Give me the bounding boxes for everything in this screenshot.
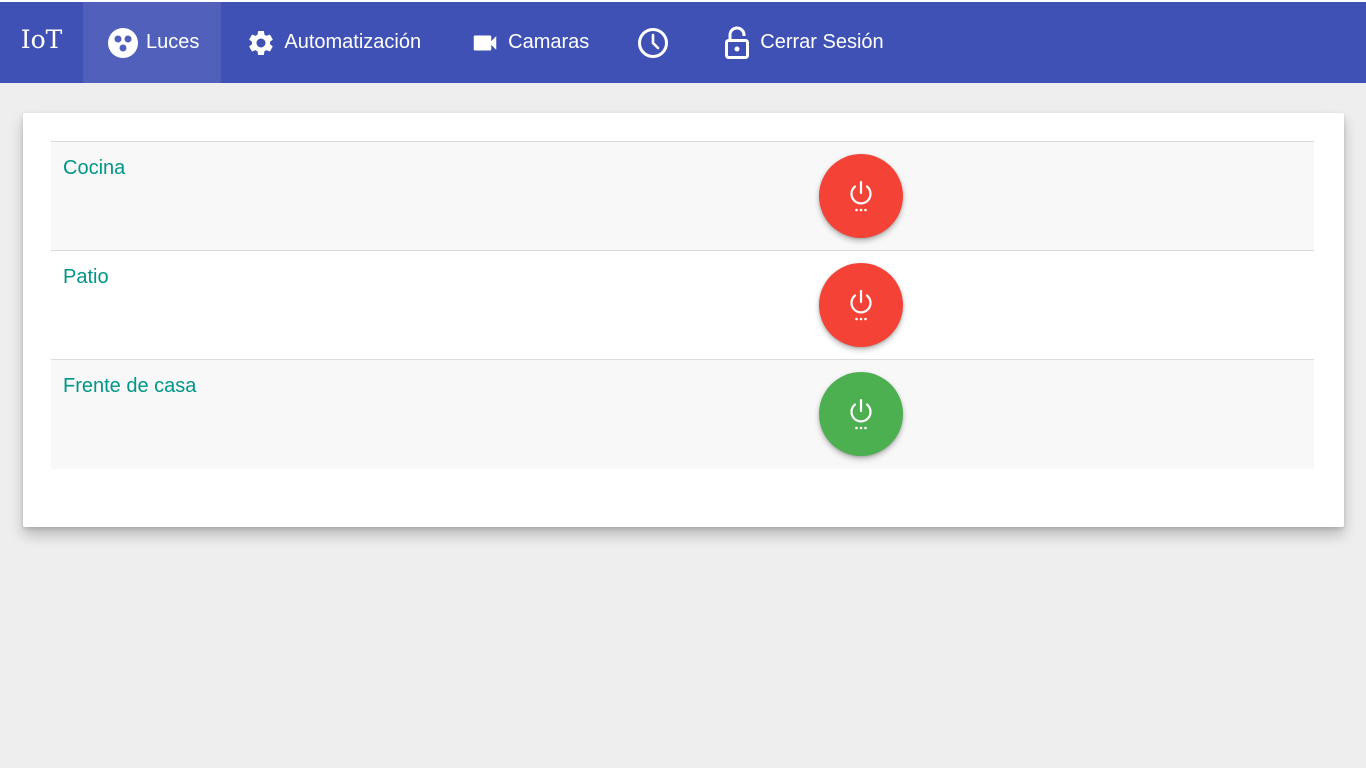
light-name: Cocina [63, 157, 126, 179]
top-navbar: IoT Luces Automatización Camaras Cerrar … [0, 0, 1366, 83]
power-toggle-button[interactable] [819, 263, 903, 347]
light-name: Patio [63, 266, 109, 288]
power-toggle-button[interactable] [819, 154, 903, 238]
videocam-icon [470, 28, 500, 58]
nav-item-luces[interactable]: Luces [83, 2, 222, 83]
power-icon [846, 397, 876, 431]
table-row: Frente de casa [51, 360, 1314, 469]
lights-icon [108, 27, 138, 58]
nav-item-history[interactable] [615, 2, 699, 83]
power-toggle-button[interactable] [819, 372, 903, 456]
nav-item-label: Cerrar Sesión [760, 31, 884, 53]
lock-open-icon [722, 26, 752, 60]
gear-icon [246, 28, 276, 58]
nav-item-cerrar-sesion[interactable]: Cerrar Sesión [699, 2, 905, 83]
lights-table: Cocina Patio Frente de casa [51, 141, 1314, 469]
power-icon [846, 288, 876, 322]
clock-icon [637, 27, 669, 59]
brand-logo[interactable]: IoT [0, 2, 83, 83]
light-name: Frente de casa [63, 375, 197, 397]
nav-item-automatizacion[interactable]: Automatización [221, 2, 448, 83]
power-icon [846, 179, 876, 213]
nav-item-camaras[interactable]: Camaras [448, 2, 615, 83]
nav-item-label: Luces [146, 31, 200, 53]
lights-card: Cocina Patio Frente de casa [23, 113, 1344, 527]
table-row: Cocina [51, 142, 1314, 251]
table-row: Patio [51, 251, 1314, 360]
nav-item-label: Camaras [508, 31, 590, 53]
nav-item-label: Automatización [284, 31, 422, 53]
